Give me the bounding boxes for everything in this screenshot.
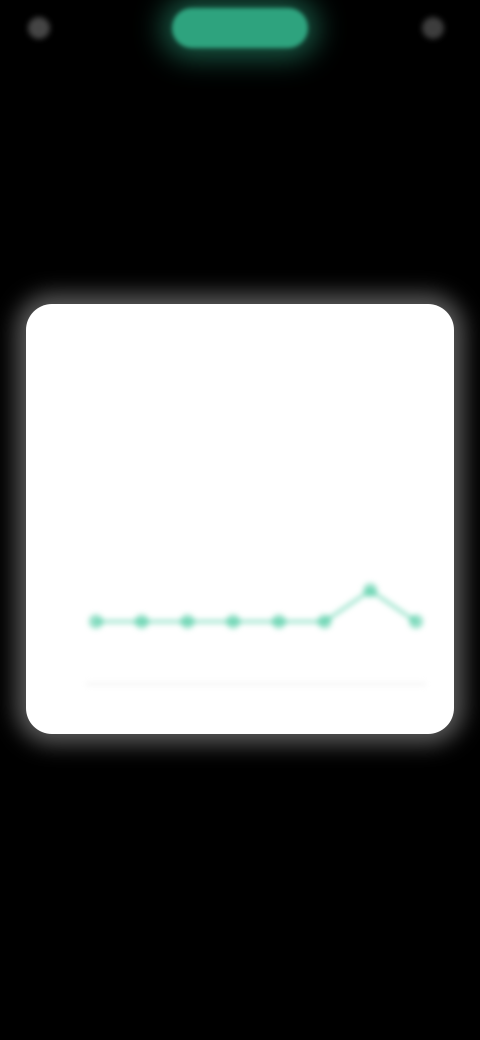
line-chart <box>86 583 426 685</box>
data-point <box>409 614 423 629</box>
top-left-button[interactable] <box>28 12 124 44</box>
data-point <box>89 614 103 629</box>
data-point <box>271 614 286 629</box>
back-icon <box>28 17 50 39</box>
data-point <box>134 614 149 629</box>
data-point <box>226 614 241 629</box>
data-point <box>317 614 332 629</box>
status-pill[interactable] <box>172 8 308 48</box>
data-point <box>180 614 195 629</box>
app-screen <box>0 0 480 1040</box>
menu-icon <box>422 17 444 39</box>
data-point <box>363 583 378 598</box>
chart-card <box>26 304 454 734</box>
top-bar <box>0 0 480 60</box>
top-right-button[interactable] <box>372 12 444 44</box>
chart-card-content <box>26 304 454 734</box>
